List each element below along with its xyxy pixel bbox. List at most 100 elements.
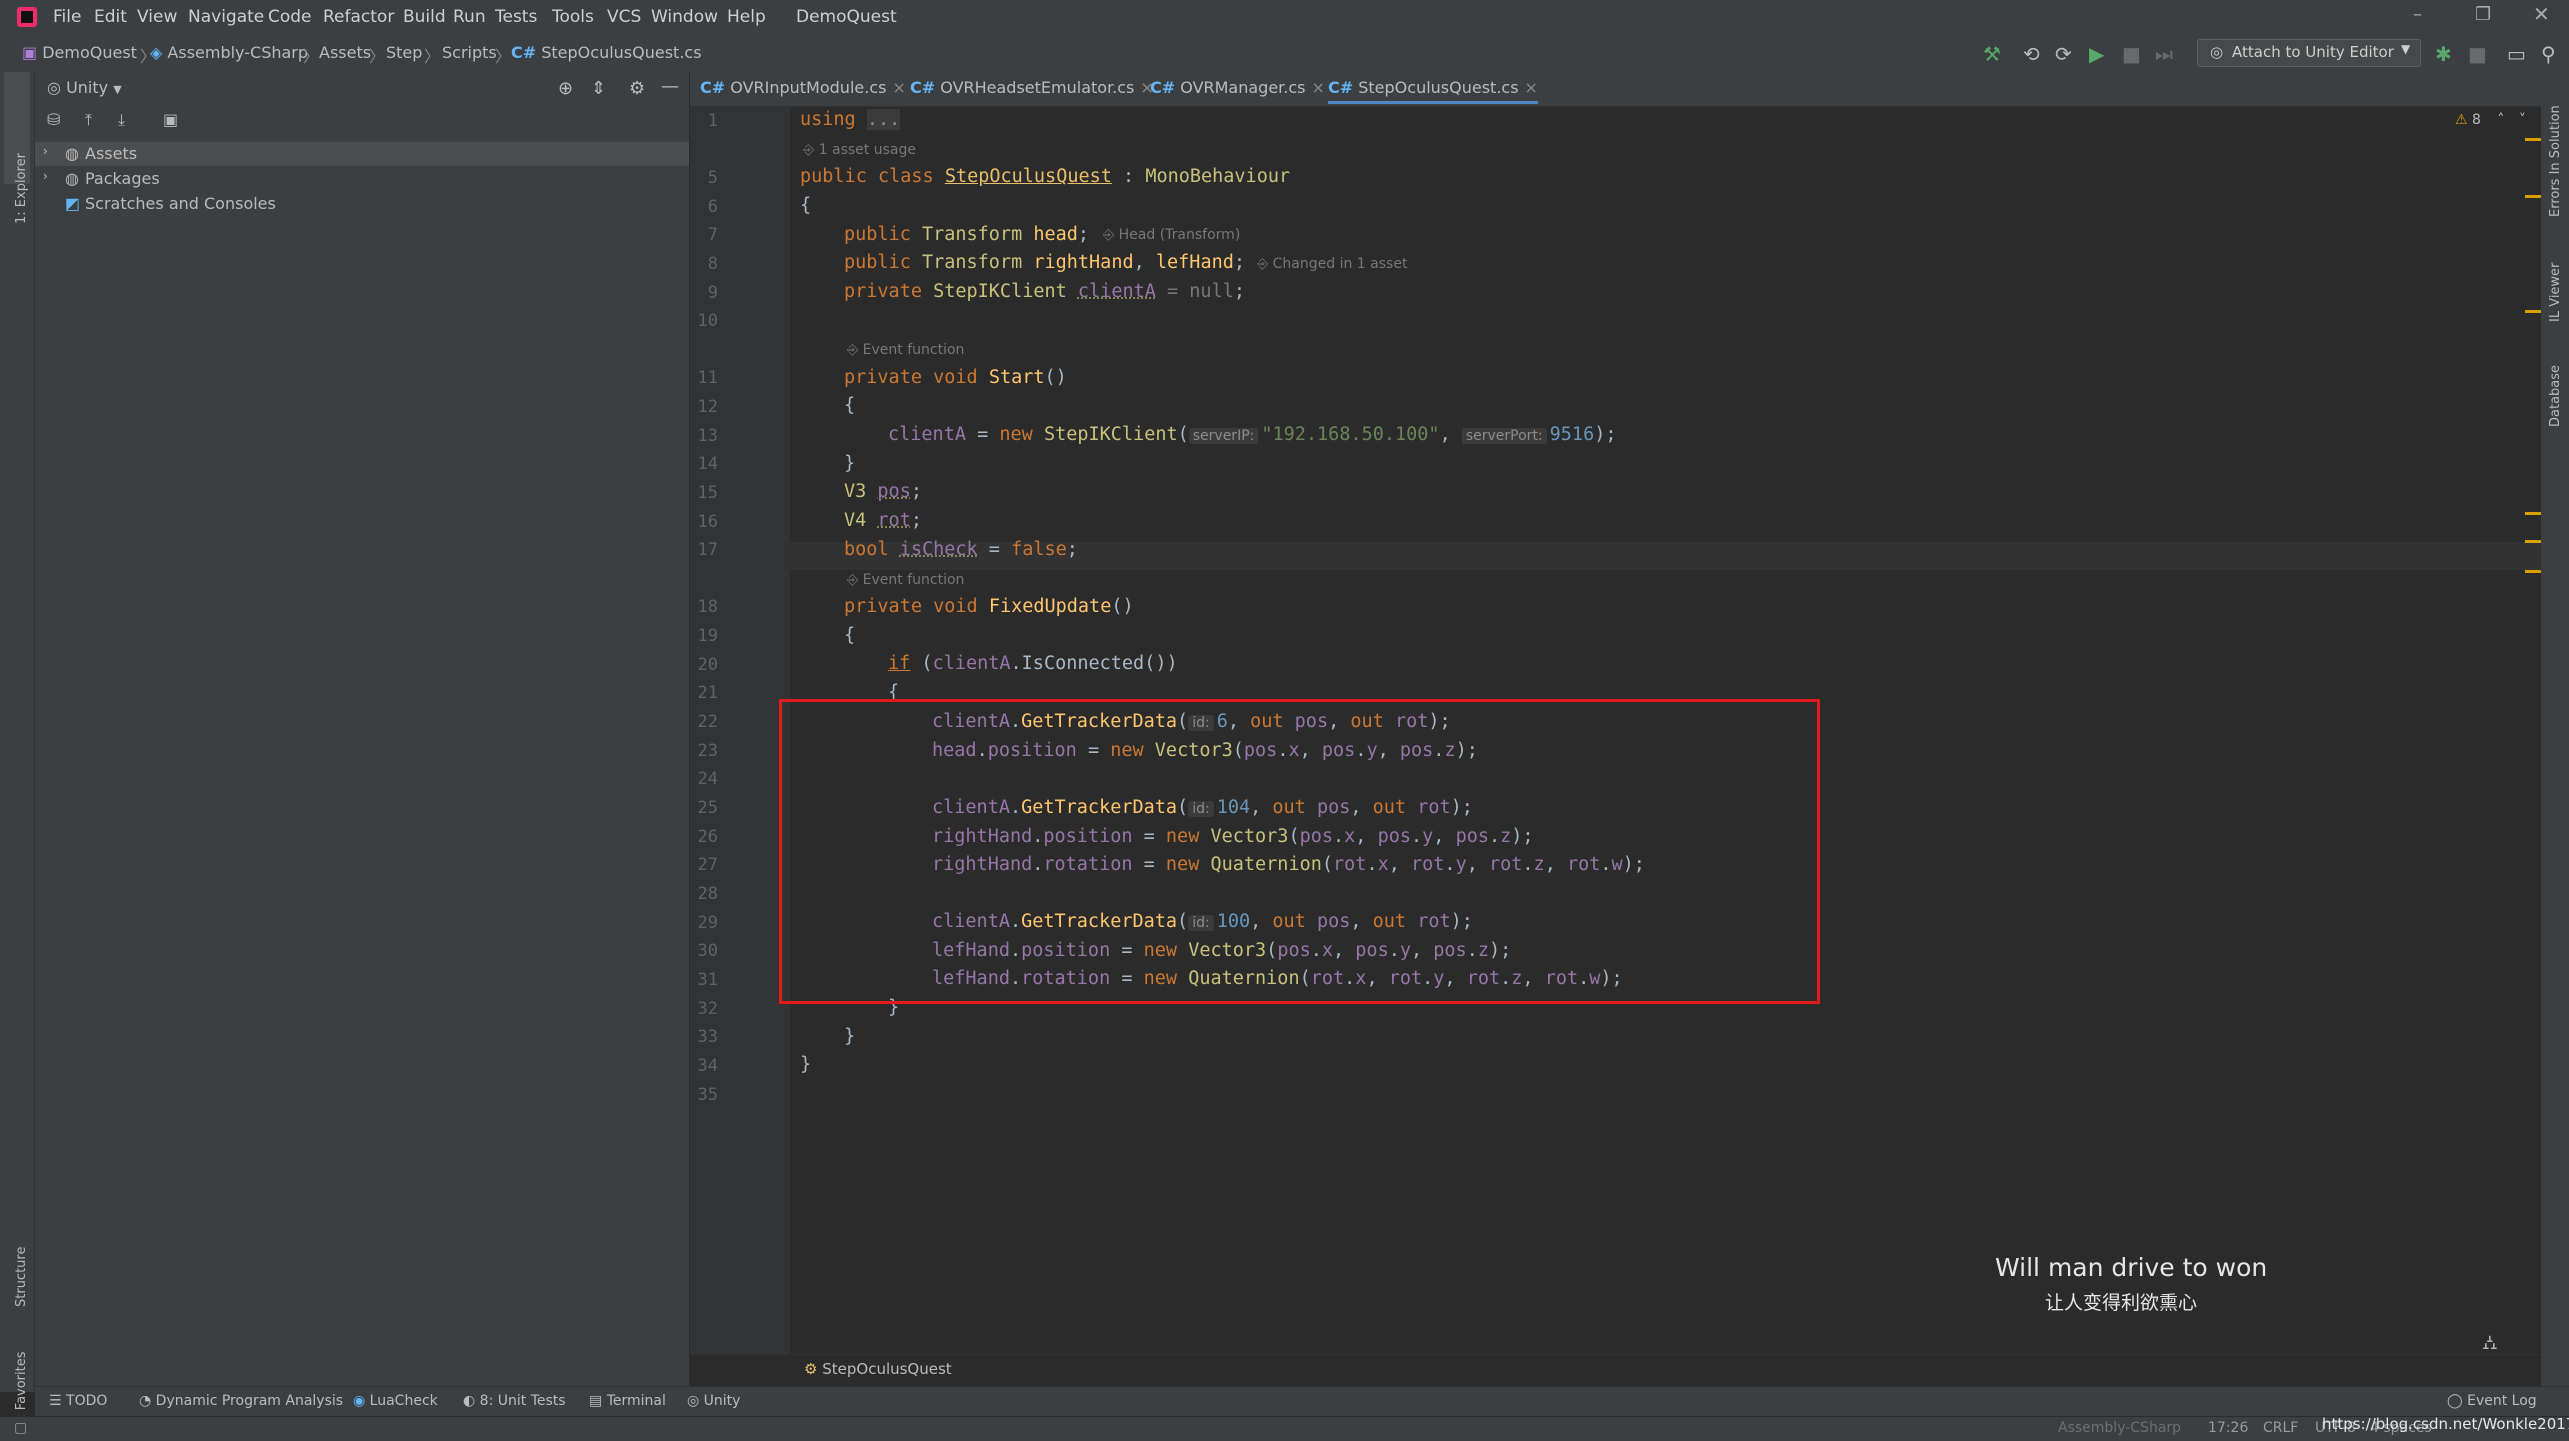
code-line-14[interactable]: } [844,453,855,474]
menu-refactor[interactable]: Refactor [323,7,394,27]
tool-terminal[interactable]: ▤ Terminal [589,1393,666,1409]
status-caret-position[interactable]: 17:26 [2208,1420,2248,1436]
folded-region[interactable]: ... [866,109,901,130]
step-icon[interactable]: ⏭ [2155,42,2173,66]
menu-help[interactable]: Help [727,7,766,27]
tool-todo[interactable]: ☰ TODO [49,1393,107,1409]
tool-dynamic-program-analysis[interactable]: ◔ Dynamic Program Analysis [139,1393,343,1409]
run-configuration-select[interactable]: ◎ Attach to Unity Editor ▼ [2197,39,2421,67]
code-line-34[interactable]: } [800,1054,811,1075]
menu-tools[interactable]: Tools [552,7,594,27]
close-tab-icon[interactable]: × [892,78,905,97]
restore-icon[interactable]: ❐ [2475,4,2491,25]
code-line-8[interactable]: public Transform rightHand, lefHand; [844,252,1245,273]
build-hammer-icon[interactable]: ⚒ [1983,42,2001,66]
breadcrumb-file[interactable]: C# StepOculusQuest.cs [511,43,702,62]
tab-ovrheadsetemulator[interactable]: C# OVRHeadsetEmulator.cs × [910,78,1154,97]
changed-in-asset-hint[interactable]: ⎆ Changed in 1 asset [1257,256,1407,272]
status-panel-toggle-icon[interactable]: ▢ [14,1420,27,1436]
layout-icon[interactable]: ▭ [2507,42,2526,66]
breadcrumb-scripts[interactable]: Scripts [442,43,497,62]
menu-edit[interactable]: Edit [94,7,127,27]
status-project[interactable]: Assembly-CSharp [2058,1420,2181,1436]
breadcrumb-assembly[interactable]: ◈ Assembly-CSharp [150,43,308,62]
menu-vcs[interactable]: VCS [607,7,641,27]
debug-icon[interactable]: ✱ [2435,42,2452,66]
close-tab-icon[interactable]: × [1525,78,1538,97]
warning-marker[interactable] [2525,195,2541,198]
event-function-hint[interactable]: ⎆ Event function [847,342,964,358]
head-transform-hint[interactable]: ⎆ Head (Transform) [1103,227,1240,243]
tool-unit-tests[interactable]: ◐ 8: Unit Tests [463,1393,566,1409]
tab-stepoculusquest[interactable]: C# StepOculusQuest.cs × [1328,78,1538,104]
unity-view-selector[interactable]: ◎ Unity ▼ [47,78,122,97]
structure-tool-label[interactable]: Structure [14,1247,29,1307]
warning-marker[interactable] [2525,540,2541,543]
il-viewer-label[interactable]: IL Viewer [2548,263,2563,322]
collapse-all-icon[interactable]: ⇕ [591,78,606,99]
code-line-20[interactable]: if (clientA.IsConnected()) [888,653,1178,674]
code-line-19[interactable]: { [844,625,855,646]
tab-ovrinputmodule[interactable]: C# OVRInputModule.cs × [700,78,906,97]
chevron-right-icon[interactable]: › [43,144,48,158]
play-icon[interactable]: ▶ [2089,42,2104,66]
database-label[interactable]: Database [2548,365,2563,427]
code-line-17[interactable]: bool isCheck = false; [844,539,1078,560]
chevron-right-icon[interactable]: › [43,169,48,183]
tool-event-log[interactable]: ◯ Event Log [2447,1393,2537,1409]
code-line-18[interactable]: private void FixedUpdate() [844,596,1134,617]
code-line-9[interactable]: private StepIKClient clientA = null; [844,281,1245,302]
stop-icon[interactable]: ■ [2468,42,2487,66]
tab-ovrmanager[interactable]: C# OVRManager.cs × [1150,78,1325,97]
code-line-11[interactable]: private void Start() [844,367,1067,388]
tool-luacheck[interactable]: ◉ LuaCheck [353,1393,438,1409]
explorer-tool-label[interactable]: 1: Explorer [14,153,29,224]
code-line-1[interactable]: using ... [800,109,901,130]
warning-marker[interactable] [2525,310,2541,313]
menu-run[interactable]: Run [453,7,486,27]
errors-in-solution-label[interactable]: Errors In Solution [2548,105,2563,217]
ai-assistant-icon[interactable]: ⛼ [2482,1330,2498,1357]
menu-navigate[interactable]: Navigate [188,7,264,27]
minimize-icon[interactable]: – [2413,4,2422,25]
chevron-down-icon[interactable]: ˅ [2519,112,2526,128]
code-line-7[interactable]: public Transform head; [844,224,1089,245]
collapse-icon[interactable]: ⤓ [118,110,125,130]
code-line-16[interactable]: V4 rot; [844,510,922,531]
tree-item-assets[interactable]: › ◍ Assets [35,142,689,166]
preview-icon[interactable]: ▣ [163,110,178,129]
menu-window[interactable]: Window [651,7,718,27]
breadcrumb-step[interactable]: Step [386,43,422,62]
locate-icon[interactable]: ⊕ [558,78,573,99]
gear-icon[interactable]: ⚙ [629,78,645,99]
code-line-13[interactable]: clientA = new StepIKClient(serverIP: "192… [888,424,1617,445]
tree-item-packages[interactable]: › ◍ Packages [35,167,689,191]
warning-marker[interactable] [2525,512,2541,515]
search-icon[interactable]: ⚲ [2541,42,2556,66]
asset-usage-hint[interactable]: ⎆ 1 asset usage [803,142,916,158]
menu-tests[interactable]: Tests [495,7,537,27]
code-line-15[interactable]: V3 pos; [844,481,922,502]
refresh-icon[interactable]: ⛁ [47,110,60,129]
expand-icon[interactable]: ⤒ [85,110,92,130]
close-icon[interactable]: ✕ [2533,2,2550,26]
hide-panel-icon[interactable]: — [661,76,679,97]
menu-build[interactable]: Build [403,7,446,27]
breadcrumb-assets[interactable]: Assets [319,43,371,62]
menu-file[interactable]: File [53,7,81,27]
warning-marker[interactable] [2525,570,2541,573]
tool-unity[interactable]: ◎ Unity [687,1393,740,1409]
warning-marker[interactable] [2525,138,2541,141]
tree-item-scratches[interactable]: ◩ Scratches and Consoles [35,192,689,216]
inspection-widget[interactable]: ⚠ 8 ˄ ˅ [2455,112,2526,128]
breadcrumb-project[interactable]: ▣ DemoQuest [22,43,137,62]
code-line-6[interactable]: { [800,195,811,216]
sync-icon[interactable]: ⟳ [2055,42,2072,66]
code-line-33[interactable]: } [844,1026,855,1047]
event-function-hint[interactable]: ⎆ Event function [847,572,964,588]
code-line-12[interactable]: { [844,395,855,416]
chevron-up-icon[interactable]: ˄ [2497,112,2504,128]
code-line-5[interactable]: public class StepOculusQuest : MonoBehav… [800,166,1290,187]
menu-code[interactable]: Code [268,7,312,27]
breadcrumb-class[interactable]: ⚙ StepOculusQuest [804,1360,952,1378]
